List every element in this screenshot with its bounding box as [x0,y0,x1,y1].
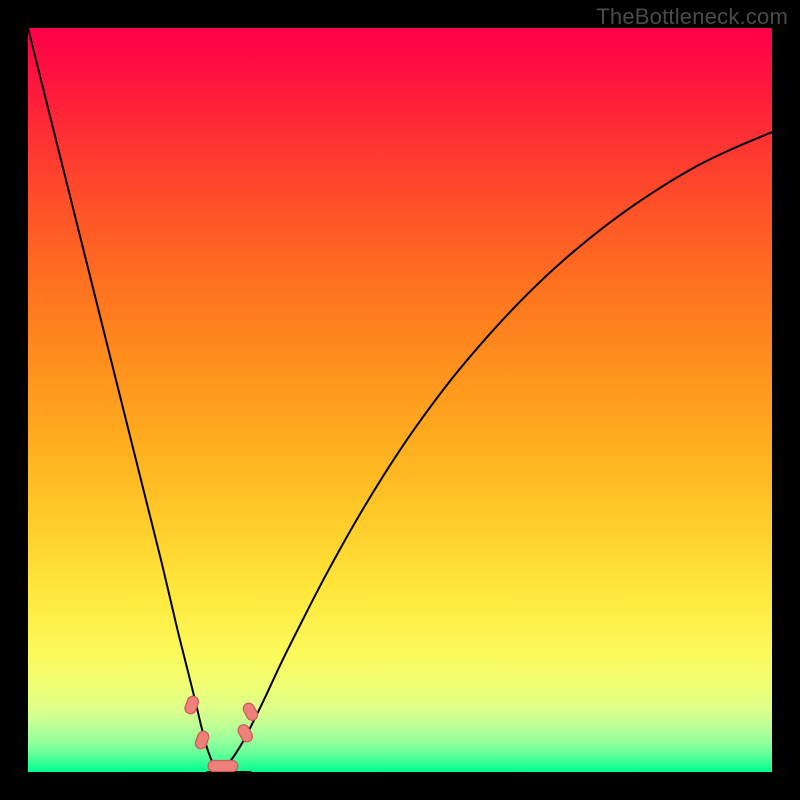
chart-stage: TheBottleneck.com [0,0,800,800]
plot-svg [28,28,772,772]
watermark-text: TheBottleneck.com [596,4,788,30]
marker-bottom [208,761,238,772]
plot-region [28,28,772,772]
gradient-bg [28,28,772,772]
